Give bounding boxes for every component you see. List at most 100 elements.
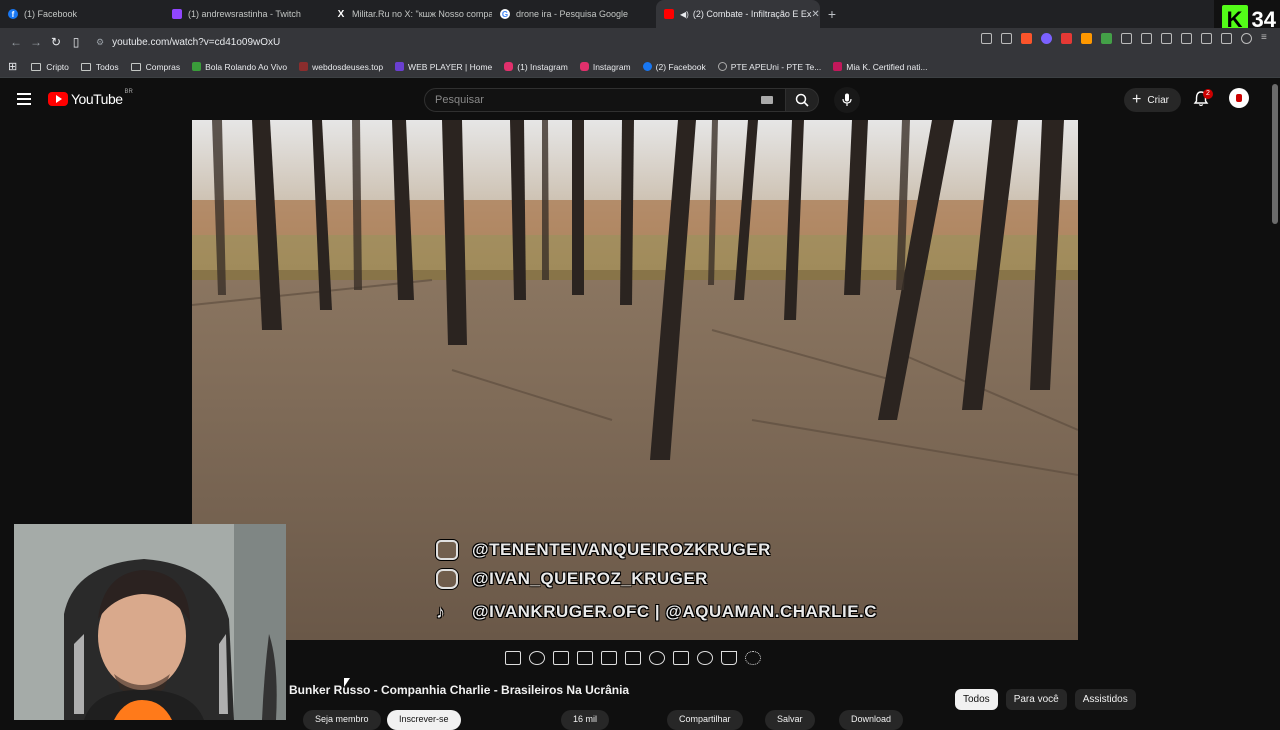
- bookmark-label: Compras: [145, 61, 181, 72]
- add-icon[interactable]: [673, 651, 689, 665]
- bookmark-label: Cripto: [46, 61, 69, 72]
- avatar[interactable]: [1229, 88, 1249, 108]
- overlay-handle: @IVAN_QUEIROZ_KRUGER: [472, 569, 708, 588]
- reload-icon[interactable]: ↻: [46, 32, 66, 52]
- bookmark-link[interactable]: Mia K. Certified nati...: [833, 62, 928, 72]
- overlay-handle: @TENENTEIVANQUEIROZKRUGER: [472, 540, 771, 559]
- browser-tab-active[interactable]: ◀) (2) Combate - Infiltração E Ex ✕: [656, 0, 820, 28]
- cinema-icon[interactable]: [625, 651, 641, 665]
- extension-icon[interactable]: [1081, 33, 1092, 44]
- video-frame-forest: [192, 120, 1078, 640]
- extension-icon[interactable]: [1041, 33, 1052, 44]
- search-placeholder: Pesquisar: [435, 94, 484, 106]
- overlay-line: @IVAN_QUEIROZ_KRUGER: [436, 569, 708, 589]
- bookmark-label: (2) Facebook: [655, 61, 706, 72]
- instagram-icon: [579, 62, 589, 71]
- sidebar-icon[interactable]: [1181, 33, 1192, 44]
- youtube-play-icon: [48, 92, 68, 106]
- back-icon[interactable]: ←: [6, 32, 26, 52]
- search-button[interactable]: [785, 88, 819, 112]
- bookmark-folder[interactable]: Todos: [80, 62, 119, 72]
- bookmark-link[interactable]: PTE APEUni - PTE Te...: [717, 62, 821, 72]
- address-bar: ← → ↻ ▯ ⚙ youtube.com/watch?v=cd41o09wOx…: [0, 28, 1280, 56]
- flask-icon[interactable]: [721, 651, 737, 665]
- video-player[interactable]: @TENENTEIVANQUEIROZKRUGER @IVAN_QUEIROZ_…: [192, 120, 1078, 640]
- close-icon[interactable]: ✕: [811, 9, 819, 20]
- url-field[interactable]: ⚙ youtube.com/watch?v=cd41o09wOxU: [96, 31, 280, 53]
- folder-icon: [130, 62, 141, 71]
- tab-title: (2) Combate - Infiltração E Ex: [692, 9, 812, 19]
- bookmark-link[interactable]: Bola Rolando Ao Vivo: [192, 62, 287, 72]
- create-button[interactable]: + Criar: [1124, 88, 1182, 112]
- puzzle-icon[interactable]: [1121, 33, 1132, 44]
- youtube-icon: [664, 9, 674, 19]
- overlay-handle: @IVANKRUGER.OFC | @AQUAMAN.CHARLIE.C: [472, 602, 878, 621]
- site-icon: [395, 62, 405, 71]
- cast-icon[interactable]: [981, 33, 992, 44]
- bookmark-link[interactable]: webdosdeuses.top: [299, 62, 383, 72]
- pip-icon[interactable]: [601, 651, 617, 665]
- extension-icon[interactable]: [1061, 33, 1072, 44]
- browser-tab[interactable]: (1) andrewsrastinha - Twitch: [164, 0, 328, 28]
- share-button[interactable]: Compartilhar: [667, 710, 743, 730]
- apps-icon[interactable]: ⊞: [8, 60, 17, 73]
- eye-icon[interactable]: [553, 651, 569, 665]
- chip-assistidos[interactable]: Assistidos: [1074, 689, 1136, 710]
- bookmark-label: WEB PLAYER | Home: [408, 61, 493, 72]
- facebook-icon: [642, 62, 652, 71]
- overlay-line: @TENENTEIVANQUEIROZKRUGER: [436, 540, 771, 560]
- loop-icon[interactable]: [505, 651, 521, 665]
- search-input[interactable]: Pesquisar: [424, 88, 786, 112]
- like-button[interactable]: 16 mil: [561, 710, 610, 730]
- browser-tab-strip: f (1) Facebook (1) andrewsrastinha - Twi…: [0, 0, 1280, 28]
- speed-icon[interactable]: [649, 651, 665, 665]
- hamburger-menu-icon[interactable]: [17, 93, 31, 105]
- tab-title: drone ira - Pesquisa Google: [516, 9, 629, 19]
- google-icon: G: [500, 9, 510, 19]
- screenshot-icon[interactable]: [697, 651, 713, 665]
- subscribe-button[interactable]: Inscrever-se: [387, 710, 461, 730]
- save-button[interactable]: Salvar: [765, 710, 815, 730]
- media-icon[interactable]: [1161, 33, 1172, 44]
- youtube-icon: [436, 540, 458, 560]
- site-info-icon[interactable]: ⚙: [96, 37, 104, 48]
- page-scrollbar[interactable]: [1272, 84, 1278, 224]
- menu-icon[interactable]: ≡: [1261, 33, 1272, 44]
- download-button[interactable]: Download: [839, 710, 904, 730]
- clapper-icon[interactable]: [577, 651, 593, 665]
- bookmark-link[interactable]: Instagram: [579, 62, 631, 72]
- extension-icon[interactable]: [1101, 33, 1112, 44]
- vpn-icon[interactable]: [1221, 33, 1232, 44]
- brave-shield-icon[interactable]: [1021, 33, 1032, 44]
- new-tab-button[interactable]: +: [820, 6, 844, 22]
- youtube-logo[interactable]: YouTube BR: [48, 89, 133, 107]
- bookmark-icon[interactable]: ▯: [66, 32, 86, 52]
- bookmark-folder[interactable]: Cripto: [31, 62, 69, 72]
- browser-tab[interactable]: X Militar.Ru no X: "кшж Nosso compat: [328, 0, 492, 28]
- extension-icon[interactable]: [1141, 33, 1152, 44]
- browser-tab[interactable]: G drone ira - Pesquisa Google: [492, 0, 656, 28]
- youtube-wordmark: YouTube: [71, 91, 123, 107]
- browser-tab[interactable]: f (1) Facebook: [0, 0, 164, 28]
- join-button[interactable]: Seja membro: [303, 710, 381, 730]
- bookmark-link[interactable]: (2) Facebook: [642, 61, 706, 72]
- plus-icon: +: [1132, 91, 1142, 108]
- audio-icon[interactable]: [529, 651, 545, 665]
- settings-icon[interactable]: [745, 651, 761, 665]
- search-icon: [795, 93, 809, 107]
- bookmark-folder[interactable]: Compras: [130, 61, 181, 72]
- chip-para-voce[interactable]: Para você: [1005, 689, 1067, 710]
- chip-todos[interactable]: Todos: [955, 689, 998, 710]
- bookmark-link[interactable]: (1) Instagram: [504, 62, 568, 72]
- bookmark-link[interactable]: WEB PLAYER | Home: [395, 62, 492, 72]
- youtube-header: YouTube BR Pesquisar + Criar 2: [0, 79, 1280, 121]
- speaker-icon: ◀): [680, 9, 689, 19]
- forward-icon[interactable]: →: [26, 32, 46, 52]
- wallet-icon[interactable]: [1201, 33, 1212, 44]
- share-icon[interactable]: [1001, 33, 1012, 44]
- profile-icon[interactable]: [1241, 33, 1252, 44]
- keyboard-icon[interactable]: [761, 96, 773, 104]
- voice-search-button[interactable]: [834, 87, 860, 113]
- site-icon: [833, 62, 843, 71]
- tab-title: (1) Facebook: [24, 9, 78, 19]
